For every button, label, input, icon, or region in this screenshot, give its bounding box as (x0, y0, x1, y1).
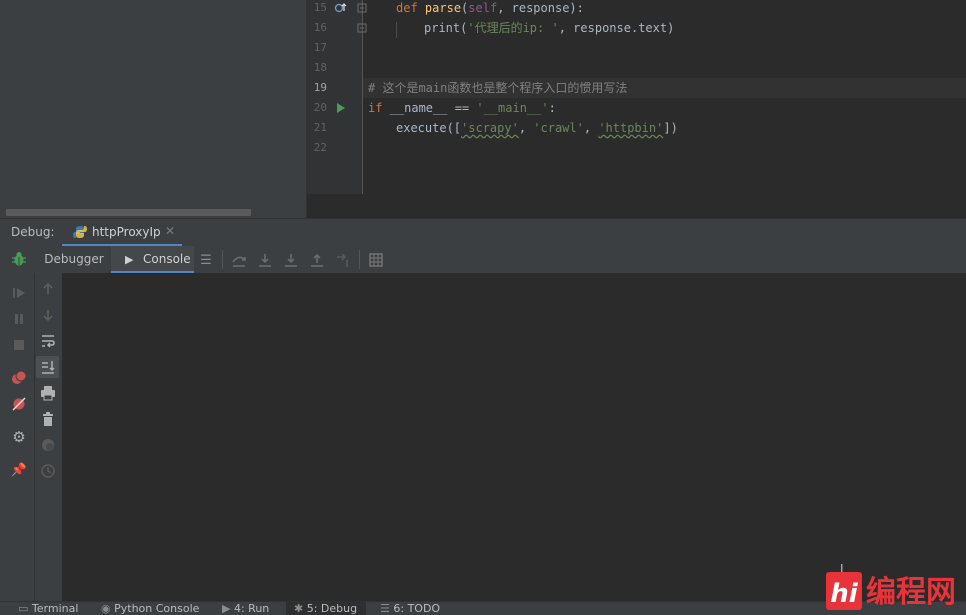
fold-icon[interactable] (357, 3, 367, 13)
step-into-icon[interactable] (257, 252, 273, 268)
todo-icon: ☰ (380, 602, 390, 615)
view-breakpoints-icon[interactable] (11, 370, 27, 386)
resume-icon[interactable] (11, 285, 27, 301)
pin-icon[interactable]: 📌 (11, 462, 27, 478)
print-icon[interactable] (40, 385, 56, 401)
line-number: 20 (313, 101, 327, 114)
mute-breakpoints-icon[interactable] (11, 396, 27, 412)
code-line-21: execute(['scrapy', 'crawl', 'httpbin']) (396, 121, 678, 135)
evaluate-expression-icon[interactable] (368, 252, 384, 268)
console-icon: ▶ (125, 253, 134, 266)
menu-icon[interactable]: ☰ (198, 252, 214, 268)
step-out-icon[interactable] (309, 252, 325, 268)
step-into-my-code-icon[interactable] (283, 252, 299, 268)
tab-debugger[interactable]: Debugger (38, 246, 110, 273)
python-console-tool-button[interactable]: ◉ Python Console (101, 602, 199, 615)
run-icon: ▶ (222, 602, 231, 615)
scroll-to-end-icon[interactable] (40, 359, 56, 375)
line-number: 18 (313, 61, 327, 74)
run-gutter-icon[interactable] (336, 102, 346, 114)
console-tab-label: Console (143, 252, 191, 266)
line-number: 21 (313, 121, 327, 134)
python-icon (73, 226, 87, 238)
line-number: 16 (313, 21, 327, 34)
tab-console[interactable]: ▶ Console (111, 246, 194, 273)
code-line-16: print('代理后的ip: ', response.text) (424, 21, 675, 35)
console-output[interactable] (63, 273, 966, 601)
divider (222, 250, 223, 269)
editor-empty-area (307, 194, 966, 218)
bug-icon: ✱ (294, 602, 304, 615)
line-number: 17 (313, 41, 327, 54)
arrow-up-icon[interactable] (40, 281, 56, 297)
terminal-icon: ▭ (18, 602, 29, 615)
bug-icon[interactable] (11, 251, 27, 267)
scrollbar-thumb[interactable] (6, 209, 251, 216)
watermark-logo: hi 编程网 (826, 572, 956, 610)
close-icon[interactable]: ✕ (165, 224, 175, 238)
run-to-cursor-icon[interactable] (335, 252, 351, 268)
trash-icon[interactable] (40, 411, 56, 427)
watermark-text: 编程网 (866, 575, 956, 610)
svg-text:hi: hi (830, 579, 859, 609)
code-line-20: if __name__ == '__main__': (368, 101, 556, 115)
python-console-icon: ◉ (101, 602, 111, 615)
soft-wrap-icon[interactable] (40, 333, 56, 349)
code-line-19: # 这个是main函数也是整个程序入口的惯用写法 (368, 81, 628, 95)
fold-icon[interactable] (357, 23, 367, 33)
pause-icon[interactable] (11, 311, 27, 327)
todo-tool-button[interactable]: ☰ 6: TODO (380, 602, 440, 615)
history-icon[interactable] (40, 463, 56, 479)
debug-tool-button[interactable]: ✱ 5: Debug (286, 602, 366, 615)
line-number: 15 (313, 1, 327, 14)
line-number: 19 (313, 81, 327, 94)
project-pane (0, 0, 306, 218)
gear-icon[interactable]: ⚙ (11, 428, 27, 446)
run-tool-button[interactable]: ▶ 4: Run (222, 602, 269, 615)
step-over-icon[interactable] (231, 252, 247, 268)
indent-guide (396, 22, 397, 38)
override-method-icon[interactable] (334, 2, 348, 14)
code-line-15: def parse(self, response): (396, 1, 584, 15)
debug-label: Debug: (11, 225, 55, 239)
debug-tab-label: httpProxyIp (92, 225, 161, 239)
divider (359, 250, 360, 269)
stop-icon[interactable] (11, 337, 27, 353)
line-number: 22 (313, 141, 327, 154)
python-prompt-icon[interactable] (40, 437, 56, 453)
terminal-tool-button[interactable]: ▭ Terminal (18, 602, 78, 615)
arrow-down-icon[interactable] (40, 307, 56, 323)
